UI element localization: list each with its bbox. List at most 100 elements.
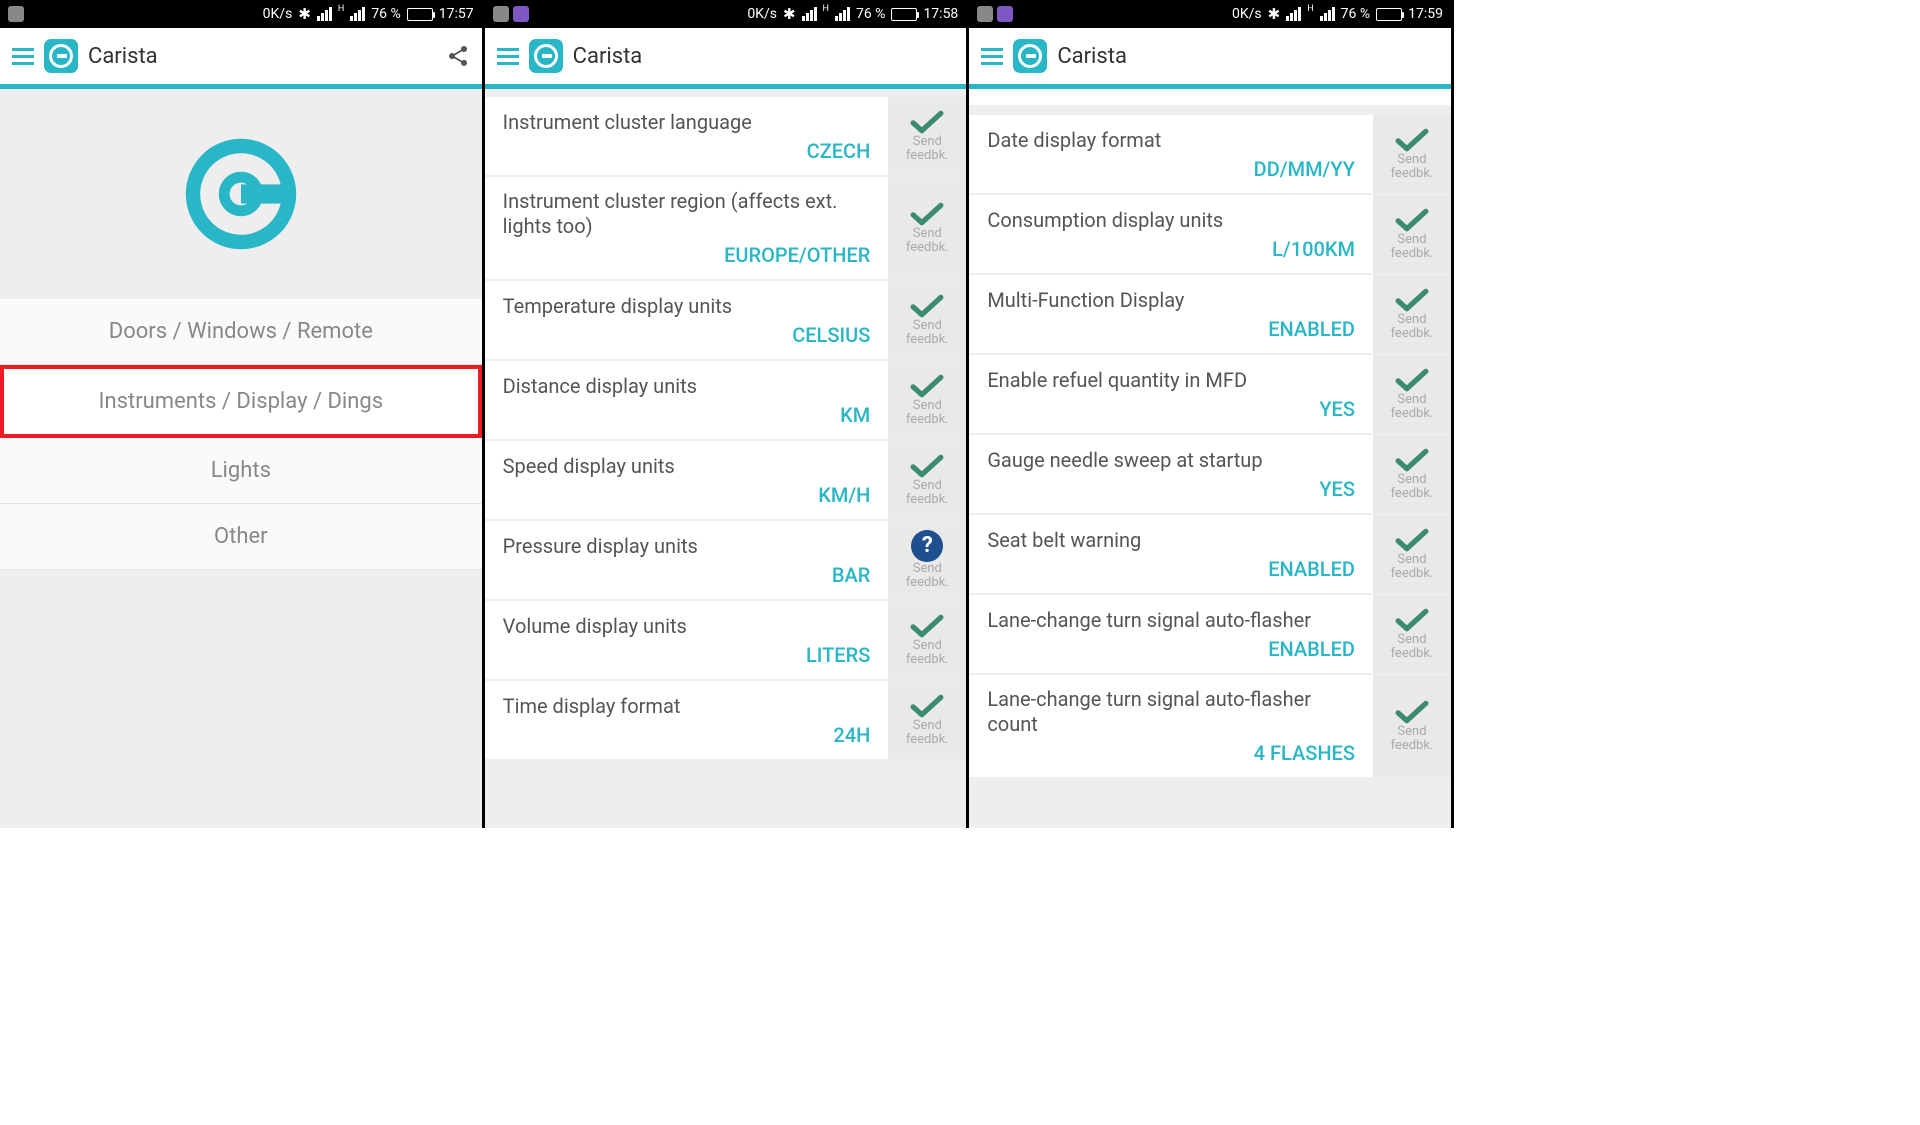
setting-label: Gauge needle sweep at startup (987, 448, 1355, 473)
feedback-button[interactable]: Sendfeedbk. (1373, 595, 1451, 673)
app-bar: Carista (485, 28, 967, 84)
feedback-button[interactable]: Sendfeedbk. (888, 177, 966, 279)
app-bar: Carista (969, 28, 1451, 84)
setting-row[interactable]: Multi-Function DisplayENABLEDSendfeedbk. (969, 275, 1451, 353)
setting-row[interactable]: Lane-change turn signal auto-flasherENAB… (969, 595, 1451, 673)
signal-icon (317, 7, 332, 21)
app-logo-icon (529, 39, 563, 73)
menu-item-instruments[interactable]: Instruments / Display / Dings (0, 365, 482, 438)
setting-label: Instrument cluster language (503, 110, 871, 135)
feedback-label: Sendfeedbk. (1391, 633, 1434, 662)
signal-h-label: H (338, 4, 344, 14)
notification-icon-2 (513, 6, 529, 22)
setting-row[interactable]: Seat belt warning ENABLED Sendfeedbk. (969, 515, 1451, 593)
share-icon[interactable] (446, 44, 470, 68)
app-title: Carista (88, 44, 436, 69)
help-icon: ? (911, 530, 943, 562)
setting-value: DD/MM/YY (987, 157, 1355, 181)
feedback-button[interactable]: Sendfeedbk. (1373, 195, 1451, 273)
feedback-button[interactable]: Sendfeedbk. (1373, 675, 1451, 777)
setting-row[interactable]: Temperature display units CELSIUS Sendfeed… (485, 281, 967, 359)
menu-icon[interactable] (12, 48, 34, 65)
setting-label: Pressure display units (503, 534, 871, 559)
feedback-button[interactable]: Sendfeedbk. (1373, 275, 1451, 353)
setting-row[interactable]: Gauge needle sweep at startupYESSendfeed… (969, 435, 1451, 513)
feedback-label: Sendfeedbk. (1391, 725, 1434, 754)
setting-label: Temperature display units (503, 294, 871, 319)
setting-label: Instrument cluster region (affects ext. … (503, 189, 871, 239)
check-icon (1394, 367, 1430, 393)
check-icon (1394, 447, 1430, 473)
feedback-label: Sendfeedbk. (1391, 393, 1434, 422)
bluetooth-icon: ✱ (1268, 5, 1281, 23)
screen-2: 0K/s ✱ H 76 % 17:58 Carista Instrument c… (485, 0, 970, 828)
setting-row[interactable]: Pressure display units BAR ?Sendfeedbk. (485, 521, 967, 599)
signal-icon (802, 7, 817, 21)
signal-h-label: H (823, 4, 829, 14)
notification-icon-2 (997, 6, 1013, 22)
feedback-button[interactable]: ?Sendfeedbk. (888, 521, 966, 599)
battery-icon (407, 8, 433, 21)
category-menu: Doors / Windows / Remote Instruments / D… (0, 299, 482, 570)
feedback-label: Sendfeedbk. (1391, 313, 1434, 342)
setting-value: CELSIUS (503, 323, 871, 347)
setting-value: BAR (503, 563, 871, 587)
app-logo-icon (1013, 39, 1047, 73)
feedback-button[interactable]: Sendfeedbk. (1373, 435, 1451, 513)
setting-value: ENABLED (987, 557, 1355, 581)
setting-label: Speed display units (503, 454, 871, 479)
menu-item-doors[interactable]: Doors / Windows / Remote (0, 299, 482, 365)
menu-item-other[interactable]: Other (0, 504, 482, 570)
setting-row[interactable]: Enable refuel quantity in MFDYESSendfeed… (969, 355, 1451, 433)
signal-icon-2 (350, 7, 365, 21)
check-icon (909, 613, 945, 639)
setting-row[interactable]: Volume display unitsLITERSSendfeedbk. (485, 601, 967, 679)
setting-row[interactable]: Time display format24HSendfeedbk. (485, 681, 967, 759)
feedback-button[interactable]: Sendfeedbk. (1373, 515, 1451, 593)
setting-label: Seat belt warning (987, 528, 1355, 553)
feedback-button[interactable]: Sendfeedbk. (888, 97, 966, 175)
feedback-button[interactable]: Sendfeedbk. (888, 601, 966, 679)
feedback-button[interactable]: Sendfeedbk. (888, 441, 966, 519)
app-logo-icon (44, 39, 78, 73)
setting-value: LITERS (503, 643, 871, 667)
feedback-button[interactable]: Sendfeedbk. (888, 281, 966, 359)
feedback-button[interactable]: Sendfeedbk. (888, 681, 966, 759)
check-icon (1394, 207, 1430, 233)
settings-list[interactable]: Instrument cluster languageCZECHSendfeed… (485, 89, 967, 828)
content-area: Doors / Windows / Remote Instruments / D… (0, 89, 482, 828)
prev-row-peek[interactable] (969, 89, 1451, 105)
setting-value: ENABLED (987, 317, 1355, 341)
setting-row[interactable]: Date display formatDD/MM/YYSendfeedbk. (969, 115, 1451, 193)
notification-icon (8, 6, 24, 22)
setting-row[interactable]: Instrument cluster languageCZECHSendfeed… (485, 97, 967, 175)
clock: 17:59 (1408, 6, 1443, 22)
feedback-button[interactable]: Sendfeedbk. (888, 361, 966, 439)
signal-icon-2 (835, 7, 850, 21)
check-icon (909, 109, 945, 135)
setting-value: EUROPE/OTHER (503, 243, 871, 267)
feedback-label: Sendfeedbk. (906, 227, 949, 256)
setting-row[interactable]: Distance display unitsKMSendfeedbk. (485, 361, 967, 439)
check-icon (1394, 607, 1430, 633)
menu-icon[interactable] (497, 48, 519, 65)
feedback-label: Sendfeedbk. (906, 135, 949, 164)
feedback-button[interactable]: Sendfeedbk. (1373, 115, 1451, 193)
app-bar: Carista (0, 28, 482, 84)
setting-row[interactable]: Consumption display unitsL/100KMSendfeed… (969, 195, 1451, 273)
notification-icon (493, 6, 509, 22)
setting-row[interactable]: Speed display unitsKM/HSendfeedbk. (485, 441, 967, 519)
check-icon (909, 293, 945, 319)
feedback-label: Sendfeedbk. (906, 639, 949, 668)
setting-row[interactable]: Lane-change turn signal auto-flasher cou… (969, 675, 1451, 777)
menu-item-lights[interactable]: Lights (0, 438, 482, 504)
screen-3: 0K/s ✱ H 76 % 17:59 Carista Date display… (969, 0, 1454, 828)
screen-1: 0K/s ✱ H 76 % 17:57 Carista Doors / Wind… (0, 0, 485, 828)
setting-label: Lane-change turn signal auto-flasher cou… (987, 687, 1355, 737)
menu-icon[interactable] (981, 48, 1003, 65)
setting-row[interactable]: Instrument cluster region (affects ext. … (485, 177, 967, 279)
setting-value: 4 FLASHES (987, 741, 1355, 765)
settings-list[interactable]: Date display formatDD/MM/YYSendfeedbk.Co… (969, 89, 1451, 828)
check-icon (1394, 287, 1430, 313)
feedback-button[interactable]: Sendfeedbk. (1373, 355, 1451, 433)
